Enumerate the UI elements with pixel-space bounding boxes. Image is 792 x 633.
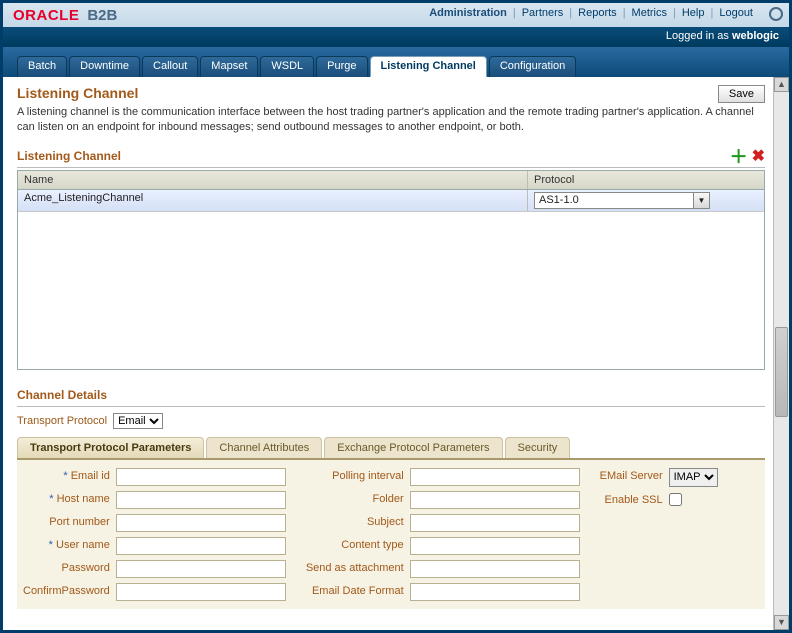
grid-col-name[interactable]: Name xyxy=(18,171,528,189)
add-channel-icon[interactable]: ＋ xyxy=(730,150,748,164)
table-row[interactable]: Acme_ListeningChannel AS1-1.0 ▼ xyxy=(18,190,764,212)
label-email-date-format: Email Date Format xyxy=(306,583,404,601)
header-bar: ORACLE B2B Administration| Partners| Rep… xyxy=(3,3,789,27)
header-nav: Administration| Partners| Reports| Metri… xyxy=(423,7,759,19)
grid-col-protocol[interactable]: Protocol xyxy=(528,171,764,189)
content-area: Listening Channel Save A listening chann… xyxy=(3,77,773,630)
tab-callout[interactable]: Callout xyxy=(142,56,198,77)
login-status-bar: Logged in as weblogic xyxy=(3,27,789,47)
input-password[interactable] xyxy=(116,560,286,578)
logo-oracle: ORACLE xyxy=(13,7,79,24)
input-subject[interactable] xyxy=(410,514,580,532)
select-email-server[interactable]: IMAP xyxy=(669,468,718,487)
input-user-name[interactable] xyxy=(116,537,286,555)
tab-downtime[interactable]: Downtime xyxy=(69,56,140,77)
tab-batch[interactable]: Batch xyxy=(17,56,67,77)
label-confirm-password: ConfirmPassword xyxy=(23,583,110,601)
subtab-transport-protocol-parameters[interactable]: Transport Protocol Parameters xyxy=(17,437,204,458)
subtab-security[interactable]: Security xyxy=(505,437,571,458)
nav-help[interactable]: Help xyxy=(676,7,711,19)
tab-wsdl[interactable]: WSDL xyxy=(260,56,314,77)
channel-details-title: Channel Details xyxy=(17,388,107,402)
brand-ring-icon xyxy=(769,7,783,21)
subtab-channel-attributes[interactable]: Channel Attributes xyxy=(206,437,322,458)
label-polling-interval: Polling interval xyxy=(306,468,404,486)
nav-reports[interactable]: Reports xyxy=(572,7,623,19)
input-send-as-attachment[interactable] xyxy=(410,560,580,578)
input-host-name[interactable] xyxy=(116,491,286,509)
input-content-type[interactable] xyxy=(410,537,580,555)
transport-protocol-select[interactable]: Email xyxy=(113,413,163,429)
delete-channel-icon[interactable]: ✖ xyxy=(752,150,765,164)
tab-bar: Batch Downtime Callout Mapset WSDL Purge… xyxy=(3,47,789,77)
tab-mapset[interactable]: Mapset xyxy=(200,56,258,77)
form-column-2: Polling interval Folder Subject Content … xyxy=(306,468,580,601)
page-description: A listening channel is the communication… xyxy=(17,105,765,135)
label-subject: Subject xyxy=(306,514,404,532)
scroll-thumb[interactable] xyxy=(775,327,788,417)
label-send-as-attachment: Send as attachment xyxy=(306,560,404,578)
row-protocol-value: AS1-1.0 xyxy=(534,192,694,209)
scroll-up-button[interactable]: ▲ xyxy=(774,77,789,92)
label-user-name: * User name xyxy=(23,537,110,555)
label-enable-ssl: Enable SSL xyxy=(600,492,663,509)
save-button[interactable]: Save xyxy=(718,85,765,103)
tab-purge[interactable]: Purge xyxy=(316,56,367,77)
form-column-1: * Email id * Host name Port number * Use… xyxy=(23,468,286,601)
page-title: Listening Channel xyxy=(17,85,138,101)
subtab-exchange-protocol-parameters[interactable]: Exchange Protocol Parameters xyxy=(324,437,502,458)
logo-product: B2B xyxy=(87,7,117,24)
label-password: Password xyxy=(23,560,110,578)
input-confirm-password[interactable] xyxy=(116,583,286,601)
login-status-prefix: Logged in as xyxy=(666,30,732,42)
grid-header: Name Protocol xyxy=(18,171,764,190)
input-folder[interactable] xyxy=(410,491,580,509)
nav-logout[interactable]: Logout xyxy=(713,7,759,19)
label-host-name: * Host name xyxy=(23,491,110,509)
label-content-type: Content type xyxy=(306,537,404,555)
input-email-id[interactable] xyxy=(116,468,286,486)
tab-configuration[interactable]: Configuration xyxy=(489,56,576,77)
scroll-down-button[interactable]: ▼ xyxy=(774,615,789,630)
vertical-scrollbar[interactable]: ▲ ▼ xyxy=(773,77,789,630)
nav-metrics[interactable]: Metrics xyxy=(626,7,673,19)
channel-grid: Name Protocol Acme_ListeningChannel AS1-… xyxy=(17,170,765,370)
nav-partners[interactable]: Partners xyxy=(516,7,570,19)
login-status-user: weblogic xyxy=(732,30,779,42)
form-column-3: EMail Server IMAP Enable SSL xyxy=(600,468,718,601)
label-port-number: Port number xyxy=(23,514,110,532)
row-name: Acme_ListeningChannel xyxy=(18,190,528,211)
row-protocol-dropdown-button[interactable]: ▼ xyxy=(694,192,710,209)
label-email-server: EMail Server xyxy=(600,468,663,487)
app-window: ORACLE B2B Administration| Partners| Rep… xyxy=(0,0,792,633)
input-email-date-format[interactable] xyxy=(410,583,580,601)
input-polling-interval[interactable] xyxy=(410,468,580,486)
form-panel: * Email id * Host name Port number * Use… xyxy=(17,460,765,609)
checkbox-enable-ssl[interactable] xyxy=(669,493,682,506)
transport-protocol-label: Transport Protocol xyxy=(17,415,107,427)
tab-listening-channel[interactable]: Listening Channel xyxy=(370,56,487,77)
label-email-id: * Email id xyxy=(23,468,110,486)
grid-title: Listening Channel xyxy=(17,149,121,163)
label-folder: Folder xyxy=(306,491,404,509)
input-port-number[interactable] xyxy=(116,514,286,532)
nav-administration[interactable]: Administration xyxy=(423,7,513,19)
